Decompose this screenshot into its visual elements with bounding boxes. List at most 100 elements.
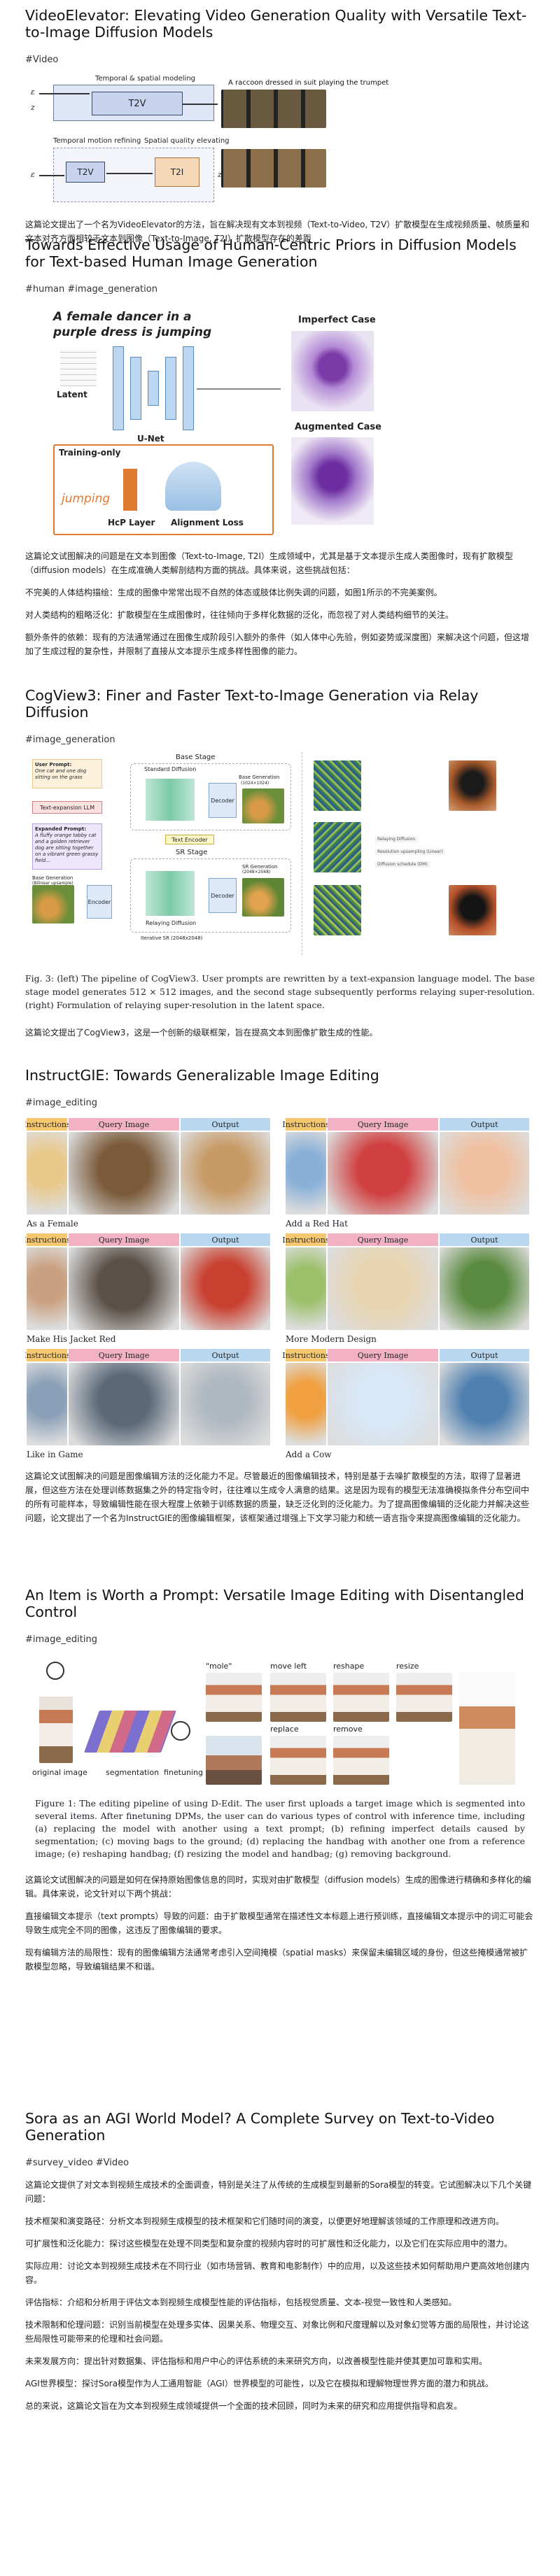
user-prompt-box: User Prompt: One cat and one dog sitting… <box>32 759 102 788</box>
hcp-label: HcP Layer <box>108 518 155 528</box>
post-title: Towards Effective Usage of Human-Centric… <box>25 236 517 270</box>
grid-caption: Make His Jacket Red <box>27 1334 116 1344</box>
post-tag[interactable]: #image_editing <box>25 1634 535 1645</box>
grid-header-cell: Query Image <box>328 1233 438 1246</box>
instruction-image <box>27 1363 67 1445</box>
figure-caption: Fig. 3: (left) The pipeline of CogView3.… <box>25 973 535 1010</box>
query-image <box>328 1247 438 1330</box>
post-tag[interactable]: #human #image_generation <box>25 284 535 295</box>
temporal-label: Temporal motion refining <box>53 137 141 145</box>
sr-res-label: (2048×2048) <box>242 870 271 875</box>
unet-block <box>130 357 141 420</box>
grid-caption: Add a Cow <box>286 1450 332 1458</box>
post-cogview3: CogView3: Finer and Faster Text-to-Image… <box>25 687 535 1040</box>
page: VideoElevator: Elevating Video Generatio… <box>0 0 560 2576</box>
edit-result-image <box>270 1736 326 1785</box>
post-body: 这篇论文试图解决的问题是在文本到图像（Text-to-Image, T2I）生成… <box>25 549 535 658</box>
query-image <box>328 1132 438 1215</box>
llm-box: Text-expansion LLM <box>32 801 102 814</box>
output-image <box>440 1247 529 1330</box>
instruction-image <box>286 1247 326 1330</box>
post-tag[interactable]: #image_generation <box>25 735 535 745</box>
grid-header-cell: Output <box>440 1118 529 1131</box>
figure-instructgie: Instructions Query Image Output As a Female… <box>25 1115 535 1458</box>
post-item-prompt: An Item is Worth a Prompt: Versatile Ima… <box>25 1587 535 1974</box>
post-body: 这篇论文提出了CogView3，这是一个创新的级联框架，旨在提高文本到图像扩散生… <box>25 1026 535 1040</box>
post-tag[interactable]: #Video <box>25 55 535 65</box>
augmented-label: Augmented Case <box>295 422 382 432</box>
paragraph: 总的来说，这篇论文旨在为文本到视频生成领域提供一个全面的技术回顾，同时为未来的研… <box>25 2401 463 2411</box>
video-frames-top <box>221 90 326 128</box>
paragraph: 这篇论文试图解决的问题是如何在保持原始图像信息的同时，实现对由扩散模型（diff… <box>25 1875 531 1899</box>
eps-var: ε <box>31 87 35 97</box>
expanded-title: Expanded Prompt: <box>35 826 87 832</box>
figure-cogview3: User Prompt: One cat and one dog sitting… <box>25 752 535 962</box>
paragraph: 评估指标：介绍和分析用于评估文本到视频生成模型性能的评估指标，包括视觉质量、文本… <box>25 2298 457 2307</box>
paragraph: 这篇论文提出了CogView3，这是一个创新的级联框架，旨在提高文本到图像扩散生… <box>25 1028 378 1038</box>
user-prompt-text: One cat and one dog sitting on the grass <box>35 768 87 780</box>
instruction-image <box>286 1132 326 1215</box>
right-label-1: Relaying Diffusion <box>375 836 418 842</box>
unet-block <box>148 371 159 406</box>
unet-block <box>113 346 124 430</box>
user-icon <box>46 1662 64 1680</box>
grid-header-cell: Query Image <box>328 1118 438 1131</box>
upsample-label: (Bilinear upsample) <box>32 881 74 886</box>
paragraph: 技术框架和演变路径：分析文本到视频生成模型的技术框架和它们随时间的演变，以便更好… <box>25 2216 505 2226</box>
paragraph: 直接编辑文本提示（text prompts）导致的问题：由于扩散模型通常在描述性… <box>25 1911 533 1935</box>
paragraph: 不完美的人体结构描绘：生成的图像中常常出现不自然的体态或肢体比例失调的问题，如图… <box>25 588 442 597</box>
prompt-line-2: purple dress is jumping <box>53 325 212 339</box>
dog-image-1 <box>449 760 496 811</box>
post-title: VideoElevator: Elevating Video Generatio… <box>25 7 527 41</box>
instruction-image <box>27 1132 67 1215</box>
post-body: 这篇论文试图解决的问题是如何在保持原始图像信息的同时，实现对由扩散模型（diff… <box>25 1873 535 1974</box>
sr-image <box>242 878 284 917</box>
output-image <box>181 1363 270 1445</box>
segmentation-label: segmentation <box>106 1768 160 1777</box>
figure-caption: Figure 1: The editing pipeline of using … <box>35 1798 525 1859</box>
post-title: CogView3: Finer and Faster Text-to-Image… <box>25 687 479 721</box>
z-var: z <box>31 103 35 112</box>
arrow-line <box>183 104 218 105</box>
base-image <box>242 788 284 823</box>
output-image <box>181 1247 270 1330</box>
grid-header-cell: Instructions <box>282 1233 330 1246</box>
imperfect-image <box>291 331 374 411</box>
base-gen-left-label: Base Generation <box>32 875 74 881</box>
raccoon-prompt: A raccoon dressed in suit playing the tr… <box>228 79 389 87</box>
finetune-icon <box>171 1721 190 1741</box>
query-image <box>69 1132 179 1215</box>
grid-caption: Add a Red Hat <box>286 1219 348 1229</box>
paragraph: 技术限制和伦理问题：识别当前模型在处理多实体、因果关系、物理交互、对象比例和尺度… <box>25 2320 530 2344</box>
decoder-box-2: Decoder <box>209 878 237 913</box>
alignment-shape <box>165 462 221 511</box>
post-body: 这篇论文提供了对文本到视频生成技术的全面调查，特别是关注了从传统的生成模型到最新… <box>25 2178 535 2413</box>
spatial-label: Spatial quality elevating <box>144 137 230 145</box>
t2i-box: T2I <box>155 157 200 187</box>
diffusion-unet <box>146 779 195 821</box>
figure-dedit: original image segmentation finetuning "… <box>25 1655 535 1788</box>
user-prompt-title: User Prompt: <box>35 762 72 767</box>
grid-header-cell: Output <box>181 1233 270 1246</box>
base-res-label: (1024×1024) <box>241 781 270 786</box>
grid-caption: Like in Game <box>27 1450 83 1458</box>
arrow-line <box>39 93 90 94</box>
paragraph: 可扩展性和泛化能力：探讨这些模型在处理不同类型和复杂度的视频内容时的可扩展性和泛… <box>25 2239 513 2249</box>
post-tag[interactable]: #survey_video #Video <box>25 2158 535 2168</box>
edit-result-image <box>333 1736 389 1785</box>
noise-grid-2 <box>314 822 361 872</box>
edit-result-image <box>270 1673 326 1722</box>
unet-label: U-Net <box>137 434 164 444</box>
edit-op-label: replace <box>270 1725 299 1734</box>
post-tag[interactable]: #image_editing <box>25 1098 535 1108</box>
expanded-prompt-box: Expanded Prompt: A fluffy orange tabby c… <box>32 823 102 870</box>
training-only-label: Training-only <box>59 448 121 458</box>
paragraph: 额外条件的依赖：现有的方法通常通过在图像生成阶段引入额外的条件（如人体中心先验，… <box>25 632 530 656</box>
output-image <box>440 1363 529 1445</box>
arrow-line <box>197 388 281 390</box>
edit-result-image <box>396 1673 452 1722</box>
standard-diffusion-label: Standard Diffusion <box>144 766 197 772</box>
paragraph: 未来发展方向：提出针对数据集、评估指标和用户中心的评估系统的未来研究方向，以改善… <box>25 2356 488 2366</box>
output-image <box>440 1132 529 1215</box>
post-sora-survey: Sora as an AGI World Model? A Complete S… <box>25 2110 535 2413</box>
